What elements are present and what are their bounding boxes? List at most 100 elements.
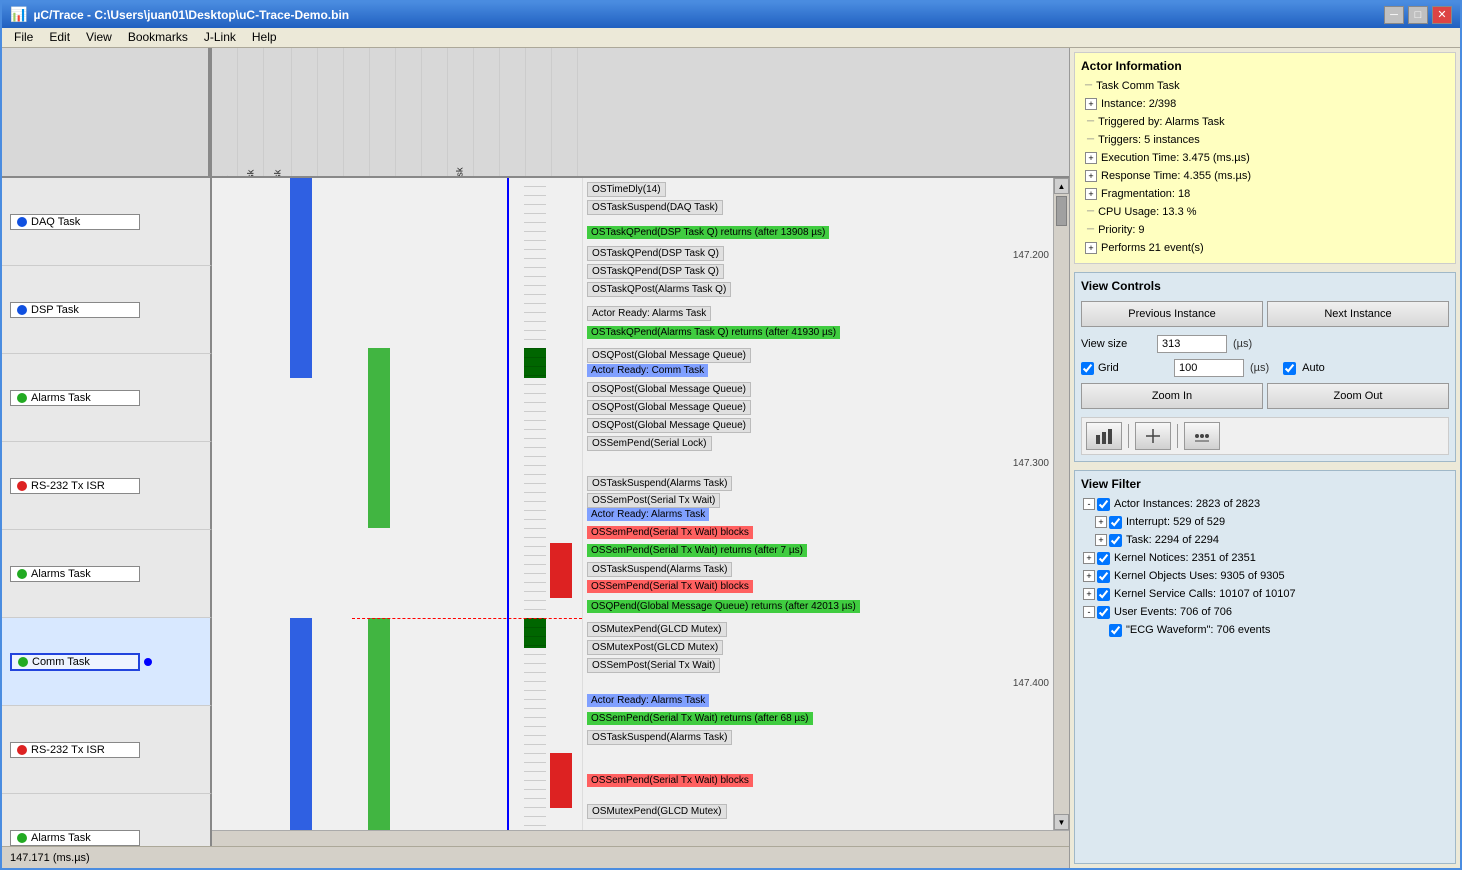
zoom-in-button[interactable]: Zoom In <box>1081 383 1263 409</box>
col-h-10: Startup Task <box>474 48 500 178</box>
filter-check-7[interactable] <box>1109 624 1122 637</box>
col-headers: µC/OS-18. ISR Task µC/Trace Triggers Tas… <box>212 48 1069 178</box>
expand-filter-4[interactable]: + <box>1083 570 1095 582</box>
task-label-alarms1: Alarms Task <box>10 390 140 406</box>
info-cpu-row: ─ CPU Usage: 13.3 % <box>1081 203 1449 221</box>
scroll-up-button[interactable]: ▲ <box>1054 178 1069 194</box>
grid-input[interactable] <box>1174 359 1244 377</box>
task-label-dsp: DSP Task <box>10 302 140 318</box>
next-instance-button[interactable]: Next Instance <box>1267 301 1449 327</box>
menu-view[interactable]: View <box>78 28 120 46</box>
filter-check-6[interactable] <box>1097 606 1110 619</box>
info-prio-row: ─ Priority: 9 <box>1081 221 1449 239</box>
menu-edit[interactable]: Edit <box>41 28 78 46</box>
filter-label-7: "ECG Waveform": 706 events <box>1126 621 1270 639</box>
menu-bar: File Edit View Bookmarks J-Link Help <box>2 28 1460 48</box>
task-dot-rs232-1 <box>17 481 27 491</box>
col-h-11: startup() <box>500 48 526 178</box>
red-bar-1 <box>550 543 572 598</box>
view-size-label: View size <box>1081 338 1151 350</box>
menu-file[interactable]: File <box>6 28 41 46</box>
ev-9: Actor Ready: Comm Task <box>587 364 708 377</box>
ev-15: OSSemPost(Serial Tx Wait) <box>587 493 720 508</box>
col-h-6: GUI Task <box>370 48 396 178</box>
grid-label: Grid <box>1098 362 1168 374</box>
label-header <box>2 48 210 178</box>
info-instance-row: + Instance: 2/398 <box>1081 95 1449 113</box>
expand-filter-3[interactable]: + <box>1083 552 1095 564</box>
minimize-button[interactable]: ─ <box>1384 6 1404 24</box>
menu-jlink[interactable]: J-Link <box>196 28 244 46</box>
info-task-row: ─ Task Comm Task <box>1081 77 1449 95</box>
menu-bookmarks[interactable]: Bookmarks <box>120 28 196 46</box>
trace-panel: DAQ Task DSP Task Alarms Task <box>2 48 1070 868</box>
task-name-comm: Comm Task <box>32 656 90 668</box>
expand-filter-0[interactable]: - <box>1083 498 1095 510</box>
ev-22: OSMutexPend(GLCD Mutex) <box>587 622 727 637</box>
task-dot-alarms3 <box>17 833 27 843</box>
expand-filter-1[interactable]: + <box>1095 516 1107 528</box>
info-dash-2: ─ <box>1087 113 1094 131</box>
grid-checkbox[interactable] <box>1081 362 1094 375</box>
info-dash-3: ─ <box>1087 131 1094 149</box>
horizontal-scrollbar[interactable] <box>212 830 1069 846</box>
vertical-scrollbar[interactable]: ▲ ▼ <box>1053 178 1069 830</box>
col-h-12: RS-232 Tx ISR <box>526 48 552 178</box>
dots-icon[interactable] <box>1184 422 1220 450</box>
expand-filter-2[interactable]: + <box>1095 534 1107 546</box>
close-button[interactable]: ✕ <box>1432 6 1452 24</box>
expand-instance[interactable]: + <box>1085 98 1097 110</box>
auto-checkbox[interactable] <box>1283 362 1296 375</box>
info-cpu: CPU Usage: 13.3 % <box>1098 203 1196 221</box>
scroll-down-button[interactable]: ▼ <box>1054 814 1069 830</box>
gui-bar-2 <box>368 618 390 830</box>
ev-0: OSTimeDly(14) <box>587 182 666 197</box>
view-filter-title: View Filter <box>1081 477 1449 491</box>
ev-13: OSSemPend(Serial Lock) <box>587 436 712 451</box>
zoom-out-button[interactable]: Zoom Out <box>1267 383 1449 409</box>
bar-chart-icon[interactable] <box>1086 422 1122 450</box>
col-h-8: uG/CS-III LED Task <box>422 48 448 178</box>
task-row-rs232-1: RS-232 Tx ISR <box>2 442 212 530</box>
menu-help[interactable]: Help <box>244 28 285 46</box>
info-resp-row: + Response Time: 4.355 (ms.µs) <box>1081 167 1449 185</box>
filter-check-5[interactable] <box>1097 588 1110 601</box>
expand-performs[interactable]: + <box>1085 242 1097 254</box>
filter-check-2[interactable] <box>1109 534 1122 547</box>
info-frag-row: + Fragmentation: 18 <box>1081 185 1449 203</box>
filter-check-3[interactable] <box>1097 552 1110 565</box>
trace-rows-area: 147.200 147.300 147.400 OSTimeDly(14) OS… <box>212 178 1069 830</box>
task-name-rs232-1: RS-232 Tx ISR <box>31 480 105 492</box>
expand-filter-6[interactable]: - <box>1083 606 1095 618</box>
trace-right: µC/OS-18. ISR Task µC/Trace Triggers Tas… <box>212 48 1069 846</box>
maximize-button[interactable]: □ <box>1408 6 1428 24</box>
ev-7: OSTaskQPend(Alarms Task Q) returns (afte… <box>587 326 840 339</box>
scroll-thumb[interactable] <box>1056 196 1067 226</box>
expand-filter-5[interactable]: + <box>1083 588 1095 600</box>
expand-resp[interactable]: + <box>1085 170 1097 182</box>
filter-label-6: User Events: 706 of 706 <box>1114 603 1232 621</box>
cursor-icon[interactable] <box>1135 422 1171 450</box>
filter-check-0[interactable] <box>1097 498 1110 511</box>
filter-check-4[interactable] <box>1097 570 1110 583</box>
zoom-buttons-row: Zoom In Zoom Out <box>1081 383 1449 409</box>
dots-svg <box>1193 427 1211 445</box>
prev-instance-button[interactable]: Previous Instance <box>1081 301 1263 327</box>
timestamp-3: 147.400 <box>1013 678 1049 689</box>
filter-label-3: Kernel Notices: 2351 of 2351 <box>1114 549 1256 567</box>
info-resp: Response Time: 4.355 (ms.µs) <box>1101 167 1251 185</box>
filter-check-1[interactable] <box>1109 516 1122 529</box>
expand-frag[interactable]: + <box>1085 188 1097 200</box>
task-row-alarms3: Alarms Task <box>2 794 212 846</box>
comm-indicator <box>144 658 152 666</box>
task-row-comm: Comm Task <box>2 618 212 706</box>
task-dot-rs232-2 <box>17 745 27 755</box>
info-triggered: Triggered by: Alarms Task <box>1098 113 1225 131</box>
filter-label-0: Actor Instances: 2823 of 2823 <box>1114 495 1260 513</box>
expand-exec[interactable]: + <box>1085 152 1097 164</box>
task-name-alarms3: Alarms Task <box>31 832 91 844</box>
task-row-alarms2: Alarms Task <box>2 530 212 618</box>
view-size-input[interactable] <box>1157 335 1227 353</box>
col-h-9: uG/CS-III Switches Task <box>448 48 474 178</box>
ev-11: OSQPost(Global Message Queue) <box>587 400 751 415</box>
